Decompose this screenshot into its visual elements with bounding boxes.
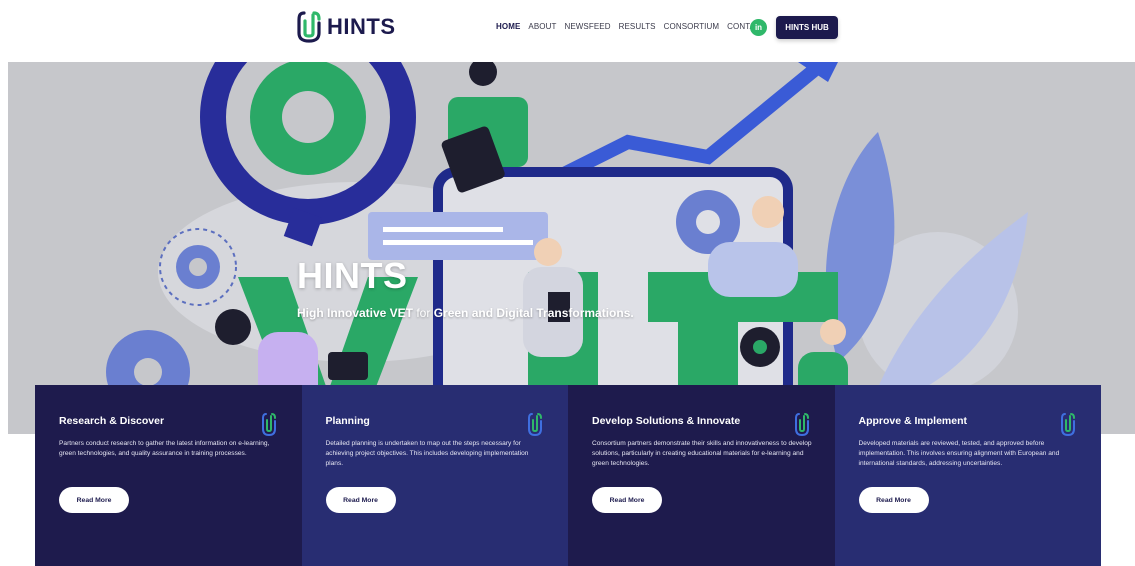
hero-banner: HINTS High Innovative VET for Green and …: [8, 62, 1135, 434]
read-more-button[interactable]: Read More: [325, 487, 396, 513]
card-text: Detailed planning is undertaken to map o…: [325, 440, 529, 467]
hints-link-icon: [261, 413, 276, 437]
linkedin-label: in: [754, 23, 763, 32]
main-nav: HOME ABOUT NEWSFEED RESULTS CONSORTIUM C…: [496, 22, 766, 31]
hints-hub-button[interactable]: HINTS HUB: [776, 16, 838, 39]
page: HINTS HOME ABOUT NEWSFEED RESULTS CONSOR…: [0, 0, 1135, 566]
hero-illustration: [106, 62, 1028, 434]
card-title: Research & Discover: [59, 415, 165, 427]
nav-item-consortium[interactable]: CONSORTIUM: [664, 22, 720, 31]
steps-cards: Research & Discover Partners conduct res…: [35, 385, 1101, 566]
linkedin-icon[interactable]: in: [750, 19, 767, 36]
hints-link-icon: [794, 413, 809, 437]
card-text: Developed materials are reviewed, tested…: [858, 440, 1060, 467]
card-planning: Planning Detailed planning is undertaken…: [301, 385, 568, 566]
card-title: Develop Solutions & Innovate: [592, 415, 741, 427]
site-header: HINTS HOME ABOUT NEWSFEED RESULTS CONSOR…: [0, 0, 1135, 62]
card-text: Partners conduct research to gather the …: [59, 440, 270, 457]
card-develop-solutions: Develop Solutions & Innovate Consortium …: [568, 385, 835, 566]
hints-link-icon: [528, 413, 542, 437]
nav-item-about[interactable]: ABOUT: [528, 22, 556, 31]
hero-subtitle-mid: for: [413, 306, 434, 320]
hero-subtitle-rest: Green and Digital Transformations.: [433, 306, 634, 320]
site-logo[interactable]: HINTS: [297, 9, 396, 45]
hints-link-icon: [1061, 413, 1075, 437]
read-more-button[interactable]: Read More: [858, 487, 929, 513]
logo-text: HINTS: [327, 14, 396, 39]
card-research-discover: Research & Discover Partners conduct res…: [35, 385, 302, 566]
read-more-button[interactable]: Read More: [592, 487, 662, 513]
card-text: Consortium partners demonstrate their sk…: [592, 440, 812, 467]
nav-item-home[interactable]: HOME: [496, 22, 520, 31]
hero-title: HINTS: [297, 255, 408, 296]
nav-item-newsfeed[interactable]: NEWSFEED: [564, 22, 610, 31]
card-approve-implement: Approve & Implement Developed materials …: [834, 385, 1101, 566]
card-title: Planning: [325, 415, 370, 427]
card-title: Approve & Implement: [858, 415, 968, 427]
nav-item-results[interactable]: RESULTS: [619, 22, 656, 31]
read-more-button[interactable]: Read More: [59, 487, 129, 513]
hints-logo-icon: [297, 11, 321, 43]
hero-subtitle: High Innovative VET for Green and Digita…: [297, 306, 634, 320]
hero-subtitle-bold: High Innovative VET: [297, 306, 414, 320]
